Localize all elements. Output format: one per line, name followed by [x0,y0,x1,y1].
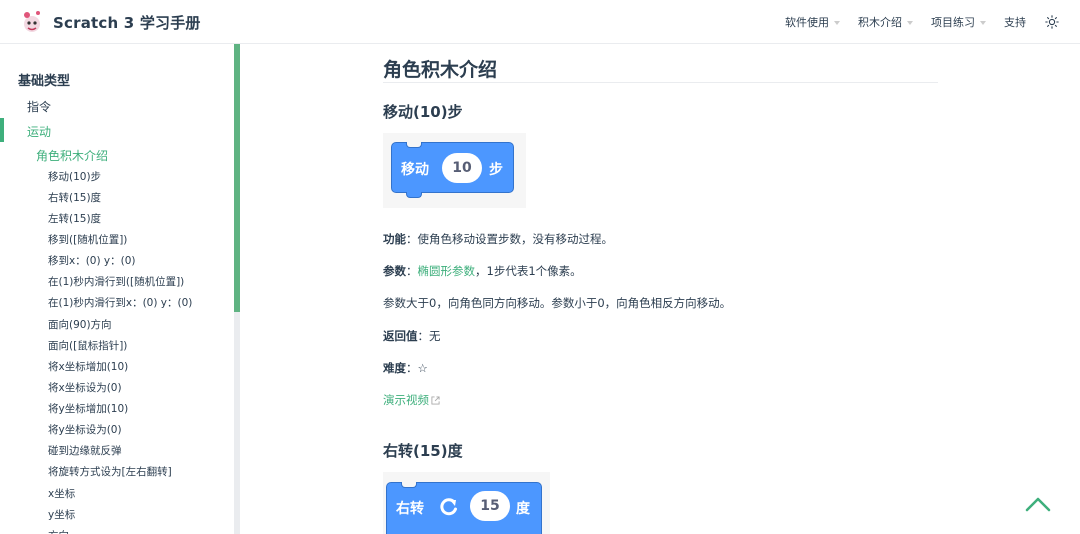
block-label: 移动 [401,162,429,178]
function-paragraph: 功能：使角色移动设置步数，没有移动过程。 [383,231,613,247]
nav-links: 软件使用 积木介绍 项目练习 支持 [785,0,1080,44]
function-text: ：使角色移动设置步数，没有移动过程。 [406,232,613,246]
rotate-right-icon [438,496,460,522]
sidebar-subitem[interactable]: 将y坐标增加(10) [48,401,128,416]
block-tab [406,192,422,198]
chevron-up-icon [1025,497,1051,512]
caret-down-icon [980,20,986,25]
sidebar-scrollbar-thumb[interactable] [234,44,240,312]
logo-icon[interactable] [20,9,44,35]
site-title[interactable]: Scratch 3 学习手册 [53,12,201,33]
return-label: 返回值 [383,329,418,343]
block-image-turn-right: 右转 15 度 [383,472,550,534]
caret-down-icon [907,20,913,25]
sun-icon[interactable] [1044,14,1060,30]
page-title: 角色积木介绍 [383,59,498,81]
caret-down-icon [834,20,840,25]
sidebar-subitem[interactable]: x坐标 [48,486,75,501]
nav-item-label: 积木介绍 [858,16,902,29]
param-sep: ： [406,264,418,278]
block-suffix: 步 [489,162,503,178]
sidebar-subitem[interactable]: 碰到边缘就反弹 [48,443,122,458]
navbar: Scratch 3 学习手册 软件使用 积木介绍 项目练习 支持 [0,0,1080,44]
nav-item-label: 软件使用 [785,16,829,29]
scratch-block-move: 移动 10 步 [391,142,514,198]
sidebar-active-indicator [0,118,4,142]
sidebar-subitem[interactable]: 右转(15)度 [48,190,101,205]
sidebar-subitem[interactable]: 移动(10)步 [48,169,101,184]
section-heading-turn-right[interactable]: 右转(15)度 [383,440,463,461]
title-divider [383,82,938,83]
param-paragraph: 参数：椭圆形参数，1步代表1个像素。 [383,263,582,279]
difficulty-paragraph: 难度：☆ [383,360,428,376]
section-heading-move[interactable]: 移动(10)步 [383,101,463,122]
block-notch [406,142,422,148]
function-label: 功能 [383,232,406,246]
sidebar-subitem[interactable]: 移到([随机位置]) [48,232,127,247]
back-to-top-button[interactable] [1024,494,1052,514]
nav-item-blocks[interactable]: 积木介绍 [858,14,913,30]
block-value-pill: 10 [442,153,482,183]
nav-item-projects[interactable]: 项目练习 [931,14,986,30]
sidebar-subitem[interactable]: 将y坐标设为(0) [48,422,122,437]
block-label: 右转 [396,501,424,517]
demo-video-link[interactable]: 演示视频 [383,393,429,407]
sidebar-subitem[interactable]: y坐标 [48,507,75,522]
sidebar-heading: 基础类型 [18,74,71,89]
nav-item-support[interactable]: 支持 [1004,14,1026,30]
difficulty-label: 难度 [383,361,406,375]
video-paragraph: 演示视频 [383,392,440,408]
block-value-pill: 15 [470,491,510,521]
return-text: ：无 [417,329,441,343]
note-paragraph: 参数大于0，向角色同方向移动。参数小于0，向角色相反方向移动。 [383,296,732,310]
nav-item-label: 支持 [1004,16,1026,29]
return-paragraph: 返回值：无 [383,328,441,344]
sidebar-subitem[interactable]: 面向([鼠标指针]) [48,338,127,353]
sidebar-subitem[interactable]: 面向(90)方向 [48,317,112,332]
sidebar-subitem[interactable]: 将x坐标设为(0) [48,380,122,395]
block-notch [401,482,417,488]
sidebar-subitem[interactable]: 在(1)秒内滑行到x：(0) y：(0) [48,295,192,310]
sidebar-subitem[interactable]: 在(1)秒内滑行到([随机位置]) [48,274,184,289]
difficulty-text: ：☆ [406,361,428,375]
sidebar: 基础类型 指令 运动 角色积木介绍 移动(10)步 右转(15)度 左转(15)… [0,44,240,534]
sidebar-link-instructions[interactable]: 指令 [27,98,51,115]
scratch-block-turn-right: 右转 15 度 [386,482,542,534]
nav-item-label: 项目练习 [931,16,975,29]
param-link[interactable]: 椭圆形参数 [418,264,476,278]
param-label: 参数 [383,264,406,278]
external-link-icon [431,394,440,408]
sidebar-group-sprite-blocks[interactable]: 角色积木介绍 [36,147,108,164]
sidebar-subitem[interactable]: 方向 [48,528,69,534]
sidebar-link-motion[interactable]: 运动 [27,123,51,140]
param-text: ，1步代表1个像素。 [475,264,582,278]
sidebar-subitem[interactable]: 将旋转方式设为[左右翻转] [48,464,172,479]
sidebar-subitem[interactable]: 将x坐标增加(10) [48,359,128,374]
block-suffix: 度 [516,501,530,517]
sidebar-subitem[interactable]: 移到x：(0) y：(0) [48,253,136,268]
block-image-move: 移动 10 步 [383,133,526,208]
nav-item-software[interactable]: 软件使用 [785,14,840,30]
sidebar-subitem[interactable]: 左转(15)度 [48,211,101,226]
